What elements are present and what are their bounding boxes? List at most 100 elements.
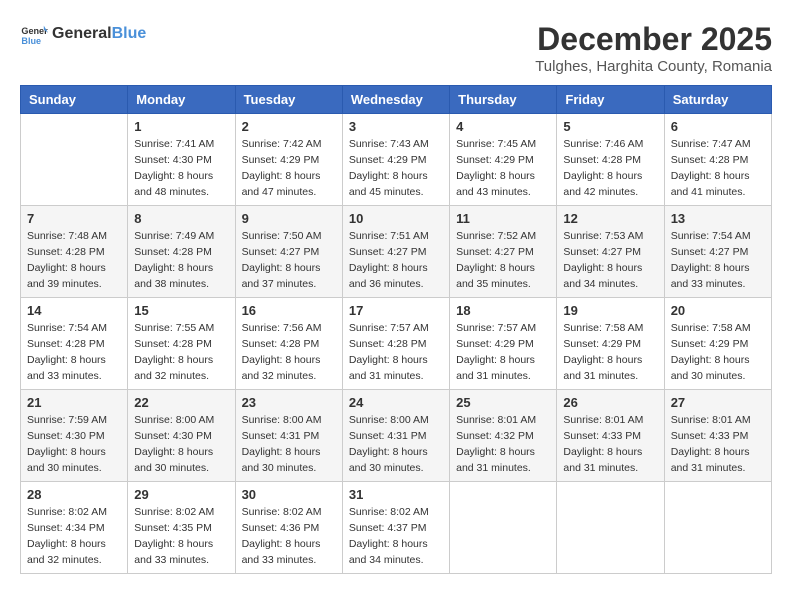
day-info: Sunrise: 7:50 AM Sunset: 4:27 PM Dayligh…	[242, 229, 336, 292]
day-cell: 12 Sunrise: 7:53 AM Sunset: 4:27 PM Dayli…	[557, 206, 664, 298]
day-number: 7	[27, 211, 121, 226]
day-cell: 3 Sunrise: 7:43 AM Sunset: 4:29 PM Daylig…	[342, 114, 449, 206]
day-info: Sunrise: 7:51 AM Sunset: 4:27 PM Dayligh…	[349, 229, 443, 292]
day-cell: 31 Sunrise: 8:02 AM Sunset: 4:37 PM Dayli…	[342, 482, 449, 574]
day-cell: 29 Sunrise: 8:02 AM Sunset: 4:35 PM Dayli…	[128, 482, 235, 574]
day-info: Sunrise: 8:02 AM Sunset: 4:37 PM Dayligh…	[349, 505, 443, 568]
day-number: 6	[671, 119, 765, 134]
day-info: Sunrise: 7:58 AM Sunset: 4:29 PM Dayligh…	[563, 321, 657, 384]
day-info: Sunrise: 8:00 AM Sunset: 4:31 PM Dayligh…	[349, 413, 443, 476]
day-info: Sunrise: 7:43 AM Sunset: 4:29 PM Dayligh…	[349, 137, 443, 200]
day-number: 29	[134, 487, 228, 502]
day-info: Sunrise: 7:58 AM Sunset: 4:29 PM Dayligh…	[671, 321, 765, 384]
day-number: 2	[242, 119, 336, 134]
week-row-3: 21Sunrise: 7:59 AM Sunset: 4:30 PM Dayli…	[21, 390, 772, 482]
day-number: 15	[134, 303, 228, 318]
day-info: Sunrise: 7:42 AM Sunset: 4:29 PM Dayligh…	[242, 137, 336, 200]
weekday-row: SundayMondayTuesdayWednesdayThursdayFrid…	[21, 86, 772, 114]
day-info: Sunrise: 8:02 AM Sunset: 4:35 PM Dayligh…	[134, 505, 228, 568]
day-cell	[557, 482, 664, 574]
day-number: 12	[563, 211, 657, 226]
day-info: Sunrise: 8:01 AM Sunset: 4:32 PM Dayligh…	[456, 413, 550, 476]
day-info: Sunrise: 7:54 AM Sunset: 4:27 PM Dayligh…	[671, 229, 765, 292]
svg-text:Blue: Blue	[21, 36, 41, 46]
day-cell: 4Sunrise: 7:45 AM Sunset: 4:29 PM Daylig…	[450, 114, 557, 206]
logo-icon: General Blue	[20, 20, 48, 48]
day-info: Sunrise: 7:53 AM Sunset: 4:27 PM Dayligh…	[563, 229, 657, 292]
day-info: Sunrise: 7:55 AM Sunset: 4:28 PM Dayligh…	[134, 321, 228, 384]
day-number: 9	[242, 211, 336, 226]
day-cell: 21Sunrise: 7:59 AM Sunset: 4:30 PM Dayli…	[21, 390, 128, 482]
day-info: Sunrise: 7:45 AM Sunset: 4:29 PM Dayligh…	[456, 137, 550, 200]
day-cell: 28 Sunrise: 8:02 AM Sunset: 4:34 PM Dayli…	[21, 482, 128, 574]
logo-general: General	[52, 25, 112, 42]
day-number: 8	[134, 211, 228, 226]
day-info: Sunrise: 7:47 AM Sunset: 4:28 PM Dayligh…	[671, 137, 765, 200]
day-info: Sunrise: 7:49 AM Sunset: 4:28 PM Dayligh…	[134, 229, 228, 292]
calendar-body: 1Sunrise: 7:41 AM Sunset: 4:30 PM Daylig…	[21, 114, 772, 574]
main-title: December 2025	[535, 20, 772, 58]
day-cell: 25Sunrise: 8:01 AM Sunset: 4:32 PM Dayli…	[450, 390, 557, 482]
weekday-header-monday: Monday	[128, 86, 235, 114]
day-cell: 10Sunrise: 7:51 AM Sunset: 4:27 PM Dayli…	[342, 206, 449, 298]
weekday-header-wednesday: Wednesday	[342, 86, 449, 114]
day-info: Sunrise: 8:00 AM Sunset: 4:31 PM Dayligh…	[242, 413, 336, 476]
day-number: 28	[27, 487, 121, 502]
weekday-header-thursday: Thursday	[450, 86, 557, 114]
day-number: 23	[242, 395, 336, 410]
day-number: 30	[242, 487, 336, 502]
day-number: 19	[563, 303, 657, 318]
day-number: 13	[671, 211, 765, 226]
day-number: 31	[349, 487, 443, 502]
day-cell: 2 Sunrise: 7:42 AM Sunset: 4:29 PM Daylig…	[235, 114, 342, 206]
day-number: 24	[349, 395, 443, 410]
day-info: Sunrise: 7:57 AM Sunset: 4:29 PM Dayligh…	[456, 321, 550, 384]
day-number: 16	[242, 303, 336, 318]
day-info: Sunrise: 7:48 AM Sunset: 4:28 PM Dayligh…	[27, 229, 121, 292]
day-cell: 18 Sunrise: 7:57 AM Sunset: 4:29 PM Dayli…	[450, 298, 557, 390]
weekday-header-sunday: Sunday	[21, 86, 128, 114]
day-cell: 17Sunrise: 7:57 AM Sunset: 4:28 PM Dayli…	[342, 298, 449, 390]
subtitle: Tulghes, Harghita County, Romania	[535, 58, 772, 75]
weekday-header-saturday: Saturday	[664, 86, 771, 114]
day-number: 20	[671, 303, 765, 318]
day-number: 18	[456, 303, 550, 318]
day-cell: 6 Sunrise: 7:47 AM Sunset: 4:28 PM Daylig…	[664, 114, 771, 206]
day-number: 3	[349, 119, 443, 134]
day-cell: 30 Sunrise: 8:02 AM Sunset: 4:36 PM Dayli…	[235, 482, 342, 574]
day-cell	[21, 114, 128, 206]
day-cell: 14 Sunrise: 7:54 AM Sunset: 4:28 PM Dayli…	[21, 298, 128, 390]
day-cell: 11Sunrise: 7:52 AM Sunset: 4:27 PM Dayli…	[450, 206, 557, 298]
title-block: December 2025 Tulghes, Harghita County, …	[535, 20, 772, 75]
day-info: Sunrise: 8:02 AM Sunset: 4:34 PM Dayligh…	[27, 505, 121, 568]
day-info: Sunrise: 8:02 AM Sunset: 4:36 PM Dayligh…	[242, 505, 336, 568]
day-cell: 27Sunrise: 8:01 AM Sunset: 4:33 PM Dayli…	[664, 390, 771, 482]
day-cell: 26Sunrise: 8:01 AM Sunset: 4:33 PM Dayli…	[557, 390, 664, 482]
day-info: Sunrise: 7:56 AM Sunset: 4:28 PM Dayligh…	[242, 321, 336, 384]
day-cell: 23 Sunrise: 8:00 AM Sunset: 4:31 PM Dayli…	[235, 390, 342, 482]
weekday-header-tuesday: Tuesday	[235, 86, 342, 114]
week-row-2: 14 Sunrise: 7:54 AM Sunset: 4:28 PM Dayli…	[21, 298, 772, 390]
day-number: 14	[27, 303, 121, 318]
day-info: Sunrise: 7:54 AM Sunset: 4:28 PM Dayligh…	[27, 321, 121, 384]
calendar-header: SundayMondayTuesdayWednesdayThursdayFrid…	[21, 86, 772, 114]
day-cell: 5 Sunrise: 7:46 AM Sunset: 4:28 PM Daylig…	[557, 114, 664, 206]
day-cell	[664, 482, 771, 574]
day-number: 11	[456, 211, 550, 226]
day-number: 21	[27, 395, 121, 410]
day-info: Sunrise: 7:46 AM Sunset: 4:28 PM Dayligh…	[563, 137, 657, 200]
day-cell: 13 Sunrise: 7:54 AM Sunset: 4:27 PM Dayli…	[664, 206, 771, 298]
day-number: 1	[134, 119, 228, 134]
week-row-1: 7 Sunrise: 7:48 AM Sunset: 4:28 PM Daylig…	[21, 206, 772, 298]
day-cell: 19 Sunrise: 7:58 AM Sunset: 4:29 PM Dayli…	[557, 298, 664, 390]
calendar-table: SundayMondayTuesdayWednesdayThursdayFrid…	[20, 85, 772, 574]
day-cell: 9 Sunrise: 7:50 AM Sunset: 4:27 PM Daylig…	[235, 206, 342, 298]
day-cell: 8 Sunrise: 7:49 AM Sunset: 4:28 PM Daylig…	[128, 206, 235, 298]
day-cell: 15 Sunrise: 7:55 AM Sunset: 4:28 PM Dayli…	[128, 298, 235, 390]
page-header: General Blue General Blue December 2025 T…	[20, 20, 772, 75]
day-cell: 20 Sunrise: 7:58 AM Sunset: 4:29 PM Dayli…	[664, 298, 771, 390]
day-number: 5	[563, 119, 657, 134]
day-cell	[450, 482, 557, 574]
week-row-4: 28 Sunrise: 8:02 AM Sunset: 4:34 PM Dayli…	[21, 482, 772, 574]
day-cell: 1Sunrise: 7:41 AM Sunset: 4:30 PM Daylig…	[128, 114, 235, 206]
